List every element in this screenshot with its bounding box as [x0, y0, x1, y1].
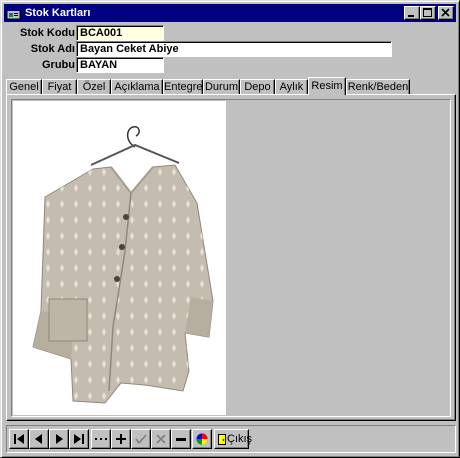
window-title: Stok Kartları	[25, 7, 91, 19]
minimize-icon	[408, 15, 414, 17]
first-icon	[14, 434, 24, 444]
first-record-button[interactable]	[9, 429, 29, 449]
last-icon	[74, 434, 84, 444]
navigator-toolbar: Çıkış	[6, 425, 456, 453]
insert-icon	[116, 434, 126, 444]
tab-fiyat[interactable]: Fiyat	[42, 79, 77, 94]
color-button[interactable]	[192, 429, 212, 449]
post-icon	[135, 434, 147, 445]
delete-record-button[interactable]	[171, 429, 191, 449]
tab-aylik[interactable]: Aylık	[275, 79, 308, 94]
maximize-button[interactable]	[420, 6, 436, 20]
product-image	[13, 101, 226, 415]
close-icon	[441, 8, 450, 17]
maximize-icon	[423, 8, 432, 17]
tab-panel-resim	[6, 94, 456, 421]
stock-code-label: Stok Kodu	[20, 27, 75, 39]
prior-icon	[35, 434, 42, 444]
tab-depo[interactable]: Depo	[240, 79, 275, 94]
tab-ozel[interactable]: Özel	[77, 79, 111, 94]
tab-resim[interactable]: Resim	[308, 77, 346, 95]
image-box	[11, 99, 451, 417]
tab-entegre[interactable]: Entegre	[163, 79, 203, 94]
more-button[interactable]	[91, 429, 111, 449]
cancel-edit-button[interactable]	[151, 429, 171, 449]
group-field[interactable]: BAYAN	[76, 57, 164, 73]
title-bar[interactable]: Stok Kartları	[4, 4, 456, 22]
tab-aciklama[interactable]: Açıklama	[111, 79, 163, 94]
delete-icon	[176, 438, 186, 441]
stock-name-label: Stok Adı	[30, 43, 75, 55]
cancel-icon	[156, 434, 166, 444]
jacket-image	[32, 125, 214, 404]
insert-record-button[interactable]	[111, 429, 131, 449]
stock-name-field[interactable]: Bayan Ceket Abiye	[76, 41, 392, 57]
close-button[interactable]	[438, 6, 454, 20]
post-record-button[interactable]	[131, 429, 151, 449]
exit-button[interactable]: Çıkış	[214, 429, 253, 449]
color-icon	[196, 433, 208, 445]
exit-label: Çıkış	[227, 433, 253, 445]
more-icon	[95, 438, 107, 440]
last-record-button[interactable]	[69, 429, 89, 449]
minimize-button[interactable]	[404, 6, 420, 20]
app-icon	[6, 7, 21, 20]
next-icon	[56, 434, 63, 444]
stock-code-field[interactable]: BCA001	[76, 25, 164, 41]
stock-cards-window: Stok Kartları Stok Kodu BCA001 Stok Adı …	[0, 0, 460, 458]
prior-record-button[interactable]	[29, 429, 49, 449]
group-label: Grubu	[42, 59, 75, 71]
tab-genel[interactable]: Genel	[6, 79, 42, 94]
tab-renk-beden[interactable]: Renk/Beden	[346, 79, 410, 94]
next-record-button[interactable]	[49, 429, 69, 449]
tab-durum[interactable]: Durum	[203, 79, 240, 94]
